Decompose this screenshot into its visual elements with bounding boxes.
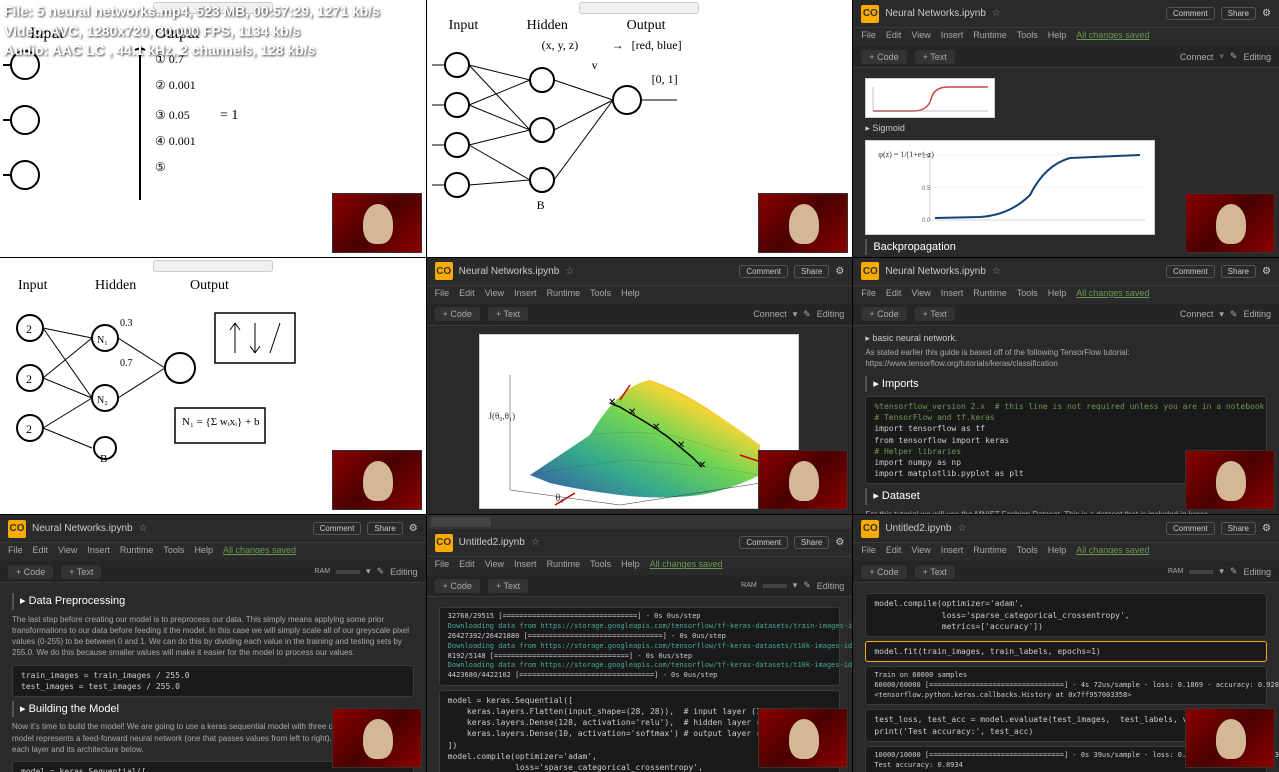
comment-button[interactable]: Comment [1166,7,1215,20]
colab-menubar[interactable]: FileEdit ViewInsert RuntimeTools Help Al… [853,286,1279,304]
svg-text:2: 2 [26,322,32,336]
webcam-overlay [758,193,848,253]
audio-info-line: Audio: AAC LC , 44.1 kHz, 2 channels, 12… [4,41,380,61]
add-code-button[interactable]: + Code [861,50,906,64]
webcam-overlay [1185,708,1275,768]
code-cell-active[interactable]: model.fit(train_images, train_labels, ep… [865,641,1267,662]
gear-icon[interactable]: ⚙ [1262,8,1271,19]
colab-logo-icon: CO [861,262,879,280]
gear-icon[interactable]: ⚙ [409,523,418,534]
colab-menubar[interactable]: FileEdit ViewInsert RuntimeTools Help Al… [427,557,853,575]
svg-text:✕: ✕ [652,422,660,433]
webcam-overlay [1185,450,1275,510]
svg-text:0.0: 0.0 [922,218,931,224]
share-button[interactable]: Share [1221,7,1256,20]
colab-menubar[interactable]: File Edit View Insert Runtime Tools Help… [853,28,1279,46]
svg-text:✕: ✕ [698,460,706,471]
output-cell: Train on 60000 samples 60000/60000 [====… [865,666,1267,705]
colab-logo-icon: CO [861,5,879,23]
notebook-title[interactable]: Untitled2.ipynb [459,537,525,548]
colab-toolbar: + Code + Text RAM ▾✎Editing [427,575,853,597]
thumbnail-2: Input Hidden Output (x, y, z) → [red, bl… [427,0,853,257]
notebook-title[interactable]: Neural Networks.ipynb [885,8,986,19]
thumbnail-7: CO Neural Networks.ipynb ☆ Comment Share… [0,515,426,772]
video-info-line: Video: AVC, 1280x720, 30.000 FPS, 1134 k… [4,22,380,42]
browser-tabbar [427,515,853,529]
colab-titlebar: CO Neural Networks.ipynb ☆ Comment Share… [0,515,426,543]
gear-icon[interactable]: ⚙ [835,266,844,277]
webcam-overlay [332,193,422,253]
colab-titlebar: CO Neural Networks.ipynb ☆ Comment Share… [427,258,853,286]
notebook-title[interactable]: Neural Networks.ipynb [885,266,986,277]
webcam-overlay [758,708,848,768]
gear-icon[interactable]: ⚙ [835,537,844,548]
colab-menubar[interactable]: FileEdit ViewInsert RuntimeTools Help Al… [853,543,1279,561]
colab-logo-icon: CO [8,520,26,538]
colab-menubar[interactable]: FileEdit ViewInsert RuntimeTools Help Al… [0,543,426,561]
colab-menubar[interactable]: File Edit View Insert Runtime Tools Help [427,286,853,304]
notebook-title[interactable]: Neural Networks.ipynb [459,266,560,277]
notebook-title[interactable]: Neural Networks.ipynb [32,523,133,534]
colab-titlebar: CO Untitled2.ipynb ☆ Comment Share ⚙ [853,515,1279,543]
thumbnail-6: CO Neural Networks.ipynb ☆ Comment Share… [853,258,1279,515]
webcam-overlay [332,450,422,510]
gear-icon[interactable]: ⚙ [1262,266,1271,277]
svg-text:0.5: 0.5 [922,186,931,192]
colab-titlebar: CO Neural Networks.ipynb ☆ Comment Share… [853,0,1279,28]
colab-logo-icon: CO [861,520,879,538]
code-cell[interactable]: train_images = train_images / 255.0 test… [12,665,414,697]
thumbnail-4: Input Hidden Output 2 2 2 N₁ N₂ [0,258,426,515]
colab-titlebar: CO Untitled2.ipynb ☆ Comment Share ⚙ [427,529,853,557]
svg-text:2: 2 [26,422,32,436]
thumbnail-8: CO Untitled2.ipynb ☆ Comment Share ⚙ Fil… [427,515,853,772]
gear-icon[interactable]: ⚙ [1262,523,1271,534]
colab-titlebar: CO Neural Networks.ipynb ☆ Comment Share… [853,258,1279,286]
svg-text:✕: ✕ [608,397,616,408]
pencil-icon[interactable]: ✎ [1230,51,1238,62]
cost-surface-3d-chart: ✕ ✕ ✕ ✕ ✕ [480,335,800,510]
svg-text:N₂: N₂ [97,395,108,406]
thumbnail-grid: Input Output ① 0.7 ② 0.001 ③ 0.05 = 1 ④ … [0,0,1279,772]
colab-logo-icon: CO [435,534,453,552]
svg-text:N₁: N₁ [97,335,108,346]
output-cell: 32768/29515 [===========================… [439,607,841,686]
svg-text:✕: ✕ [677,440,685,451]
svg-text:✕: ✕ [628,407,636,418]
sigmoid-small-chart [868,81,994,117]
colab-logo-icon: CO [435,262,453,280]
thumbnail-5: CO Neural Networks.ipynb ☆ Comment Share… [427,258,853,515]
colab-toolbar: + Code + Text RAM ▾✎Editing [853,561,1279,583]
add-text-button[interactable]: + Text [915,50,955,64]
colab-toolbar: + Code + Text Connect ▾ ✎ Editing [853,46,1279,68]
colab-toolbar: + Code + Text Connect▾✎Editing [853,304,1279,326]
webcam-overlay [1185,193,1275,253]
svg-text:2: 2 [26,372,32,386]
webcam-overlay [758,450,848,510]
colab-toolbar: + Code + Text RAM ▾✎Editing [0,561,426,583]
file-info-line: File: 5 neural networks.mp4, 523 MB, 00:… [4,2,380,22]
notebook-title[interactable]: Untitled2.ipynb [885,523,951,534]
webcam-overlay [332,708,422,768]
colab-toolbar: + Code + Text Connect▾✎Editing [427,304,853,326]
code-cell[interactable]: model.compile(optimizer='adam', loss='sp… [865,593,1267,637]
media-info-overlay: File: 5 neural networks.mp4, 523 MB, 00:… [0,0,384,63]
thumbnail-9: CO Untitled2.ipynb ☆ Comment Share ⚙ Fil… [853,515,1279,772]
thumbnail-3: CO Neural Networks.ipynb ☆ Comment Share… [853,0,1279,257]
